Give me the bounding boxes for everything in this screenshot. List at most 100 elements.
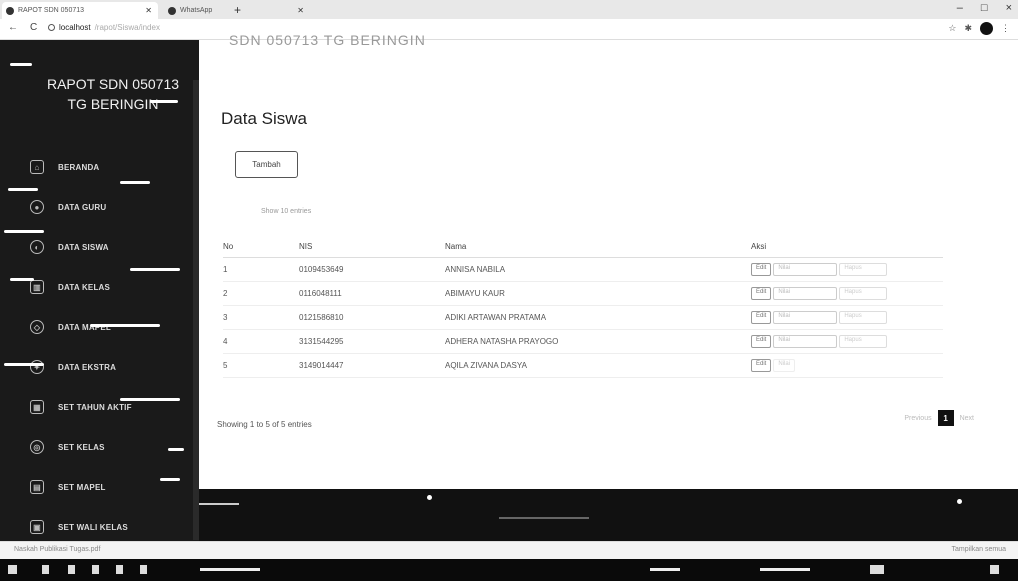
noise-streak [150,100,178,103]
cell-nis: 0121586810 [299,305,445,330]
cell-actions: Edit Nilai [751,353,943,378]
noise-streak [160,478,180,481]
browser-tab-rapot[interactable]: RAPOT SDN 050713 ✕ [2,2,158,19]
sidebar: RAPOT SDN 050713 TG BERINGIN ⌂ BERANDA ●… [0,40,199,541]
edit-button[interactable]: Edit [751,358,772,372]
sidebar-item-set-kelas[interactable]: ◎ SET KELAS [0,427,195,467]
sidebar-menu: ⌂ BERANDA ● DATA GURU ◐ DATA SISWA ▥ DAT… [0,147,195,541]
close-tab-icon[interactable]: ✕ [297,6,304,15]
tab-label: RAPOT SDN 050713 [18,7,85,14]
profile-avatar[interactable] [980,22,993,35]
add-button[interactable]: Tambah [235,151,298,178]
sidebar-item-label: SET KELAS [58,442,105,452]
noise-streak [130,268,180,271]
noise-streak [10,63,32,66]
download-bar: Naskah Publikasi Tugas.pdf Tampilkan sem… [0,541,1018,559]
search-icon[interactable] [42,565,49,574]
cell-nama: ADIKI ARTAWAN PRATAMA [445,305,751,330]
table-info: Showing 1 to 5 of 5 entries [217,420,312,429]
nilai-button[interactable]: Nilai [773,358,796,372]
sidebar-item-label: DATA GURU [58,202,107,212]
cell-no: 4 [223,329,299,354]
cell-actions: Edit Nilai Hapus [751,305,943,330]
pagination-previous[interactable]: Previous [904,415,931,422]
new-tab-icon[interactable]: + [234,3,241,17]
url-field[interactable]: localhost /rapot/Siswa/index [48,23,160,32]
tab-label: WhatsApp [180,7,213,14]
chrome-icon[interactable] [116,565,123,574]
delete-button[interactable]: Hapus [839,286,888,300]
store-icon[interactable] [140,565,147,574]
maximize-icon[interactable]: □ [981,2,988,14]
download-item[interactable]: Naskah Publikasi Tugas.pdf [14,546,100,553]
tray-icon[interactable] [870,565,884,574]
close-window-icon[interactable]: × [1006,2,1012,14]
sidebar-item-label: SET MAPEL [58,482,106,492]
noise-streak [499,517,589,519]
noise-streak [4,363,44,366]
pagination-current-page[interactable]: 1 [937,410,954,426]
sidebar-item-data-mapel[interactable]: ◇ DATA MAPEL [0,307,195,347]
nilai-button[interactable]: Nilai [773,334,838,348]
star-icon[interactable]: ☆ [948,23,956,34]
nilai-button[interactable]: Nilai [773,262,838,276]
sidebar-item-set-mapel[interactable]: ▤ SET MAPEL [0,467,195,507]
page-title: Data Siswa [221,109,307,128]
file-explorer-icon[interactable] [92,565,99,574]
notification-icon[interactable] [990,565,999,574]
reload-icon[interactable]: C [30,22,37,33]
nilai-button[interactable]: Nilai [773,310,838,324]
cell-actions: Edit Nilai Hapus [751,329,943,354]
show-all-downloads[interactable]: Tampilkan semua [952,546,1006,553]
edit-button[interactable]: Edit [751,334,772,348]
sidebar-item-beranda[interactable]: ⌂ BERANDA [0,147,195,187]
noise-streak [199,503,239,505]
noise-streak [8,188,38,191]
start-icon[interactable] [8,565,17,574]
address-bar: ← C localhost /rapot/Siswa/index ☆ ✱ ⋮ [0,19,1018,40]
menu-icon[interactable]: ⋮ [1001,23,1010,34]
delete-button[interactable]: Hapus [839,334,888,348]
pagination-next[interactable]: Next [960,415,974,422]
main-content: SDN 050713 TG BERINGIN Data Siswa Tambah… [199,32,1018,490]
cell-nama: AQILA ZIVANA DASYA [445,353,751,378]
sidebar-item-data-ekstra[interactable]: ✦ DATA EKSTRA [0,347,195,387]
wali-icon: ▣ [30,520,44,534]
sidebar-item-data-guru[interactable]: ● DATA GURU [0,187,195,227]
col-header-nama[interactable]: Nama [445,236,751,258]
delete-button[interactable]: Hapus [839,310,888,324]
sidebar-item-data-kelas[interactable]: ▥ DATA KELAS [0,267,195,307]
close-tab-icon[interactable]: ✕ [145,6,152,15]
sidebar-brand[interactable]: RAPOT SDN 050713 TG BERINGIN [38,74,188,114]
sidebar-item-label: SET TAHUN AKTIF [58,402,132,412]
sidebar-item-set-wali-kelas[interactable]: ▣ SET WALI KELAS [0,507,195,541]
cell-nis: 0109453649 [299,257,445,282]
edit-button[interactable]: Edit [751,286,772,300]
col-header-nis[interactable]: NIS [299,236,445,258]
sidebar-item-set-tahun-aktif[interactable]: ▦ SET TAHUN AKTIF [0,387,195,427]
info-icon [48,24,55,31]
back-icon[interactable]: ← [8,22,18,33]
minimize-icon[interactable]: – [957,2,963,14]
table-row: 4 3131544295 ADHERA NATASHA PRAYOGO Edit… [223,329,943,354]
sidebar-item-label: DATA SISWA [58,242,109,252]
edit-button[interactable]: Edit [751,262,772,276]
book-icon: ◇ [30,320,44,334]
task-view-icon[interactable] [68,565,75,574]
extensions-icon[interactable]: ✱ [964,23,972,34]
noise-streak [120,181,150,184]
sidebar-item-data-siswa[interactable]: ◐ DATA SISWA [0,227,195,267]
sidebar-item-label: DATA KELAS [58,282,111,292]
edit-button[interactable]: Edit [751,310,772,324]
cell-nama: ADHERA NATASHA PRAYOGO [445,329,751,354]
delete-button[interactable]: Hapus [839,262,888,276]
table-row: 1 0109453649 ANNISA NABILA Edit Nilai Hapu… [223,257,943,282]
url-host: localhost [59,23,91,32]
noise-streak [4,230,44,233]
cell-actions: Edit Nilai Hapus [751,281,943,306]
nilai-button[interactable]: Nilai [773,286,838,300]
toolbar-right: ☆ ✱ ⋮ [948,22,1010,35]
col-header-no[interactable]: No [223,236,299,258]
cell-nis: 0116048111 [299,281,445,306]
entries-length-select[interactable]: Show 10 entries [261,208,311,215]
